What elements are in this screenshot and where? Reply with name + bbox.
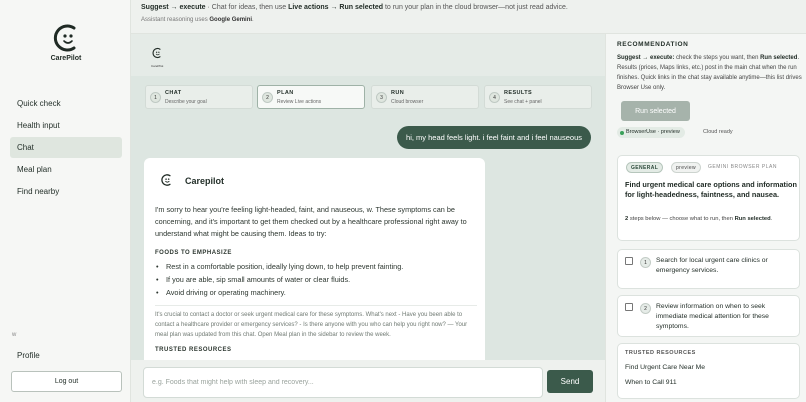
sidebar-item-chat[interactable]: Chat: [10, 137, 122, 158]
section-title-resources: TRUSTED RESOURCES: [155, 347, 232, 353]
step-title: RUN: [391, 90, 405, 96]
banner-note-text: Assistant reasoning uses: [141, 17, 210, 23]
banner-reasoning-note: Assistant reasoning uses Google Gemini.: [141, 17, 254, 23]
sidebar: CarePilot Quick check Health input Chat …: [0, 0, 131, 402]
banner-bold-1: Suggest → execute: [141, 4, 206, 11]
plan-headline: Find urgent medical care options and inf…: [625, 180, 797, 199]
app-name: CarePilot: [50, 55, 82, 62]
category-badge: GENERAL: [626, 162, 664, 173]
step-number: 1: [150, 92, 161, 103]
step-plan[interactable]: 2 PLAN Review Live actions: [257, 85, 365, 109]
plan-summary-card: GENERAL preview GEMINI BROWSER PLAN Find…: [617, 155, 800, 241]
advice-list: Rest in a comfortable position, ideally …: [155, 260, 477, 299]
assistant-logo-icon: [161, 174, 171, 186]
sidebar-nav: Quick check Health input Chat Meal plan …: [10, 93, 122, 203]
chat-thread[interactable]: hi, my head feels light. i feel faint an…: [131, 118, 605, 360]
plan-step-number: 2: [640, 303, 651, 314]
plan-step-1[interactable]: 1 Search for local urgent care clinics o…: [617, 249, 800, 289]
user-initial: w: [12, 332, 17, 338]
plan-step-checkbox[interactable]: [625, 303, 633, 311]
step-results[interactable]: 4 RESULTS See chat + panel: [484, 85, 592, 109]
status-dot-icon: [620, 130, 624, 135]
workflow-steps: 1 CHAT Describe your goal 2 PLAN Review …: [145, 85, 595, 110]
mini-logo: CarePilot: [151, 46, 163, 68]
rec-desc-bold-2: Run selected: [760, 55, 798, 61]
resource-link-urgent-care[interactable]: Find Urgent Care Near Me: [625, 364, 705, 371]
banner-bold-2: Live actions → Run selected: [288, 4, 383, 11]
assistant-intro: I'm sorry to hear you're feeling light-h…: [155, 205, 467, 238]
banner-instructions: Suggest → execute · Chat for ideas, then…: [141, 4, 568, 11]
resource-link-call-911[interactable]: When to Call 911: [625, 379, 677, 386]
main-header: CarePilot: [131, 34, 605, 76]
banner-note-end: .: [252, 17, 254, 23]
step-subtitle: Cloud browser: [391, 99, 424, 105]
logout-button[interactable]: Log out: [11, 371, 122, 392]
step-subtitle: See chat + panel: [504, 99, 542, 105]
plan-step-number: 1: [640, 257, 651, 268]
plan-note-end: .: [770, 216, 773, 222]
banner-note-bold: Google Gemini: [209, 17, 253, 23]
sidebar-item-quick-check[interactable]: Quick check: [10, 93, 122, 114]
plan-source-label: GEMINI BROWSER PLAN: [708, 164, 777, 170]
step-title: PLAN: [277, 90, 294, 96]
plan-step-2[interactable]: 2 Review information on when to seek imm…: [617, 295, 800, 337]
rec-desc-bold-1: Suggest → execute:: [617, 55, 675, 61]
app-root: CarePilot Quick check Health input Chat …: [0, 0, 806, 402]
resources-title: TRUSTED RESOURCES: [625, 350, 696, 356]
sidebar-item-meal-plan[interactable]: Meal plan: [10, 159, 122, 180]
banner-text-1: · Chat for ideas, then use: [205, 4, 289, 11]
sidebar-item-profile[interactable]: Profile: [17, 351, 40, 360]
trusted-resources-card: TRUSTED RESOURCES Find Urgent Care Near …: [617, 343, 800, 399]
assistant-name: Carepilot: [185, 176, 225, 186]
sidebar-item-health-input[interactable]: Health input: [10, 115, 122, 136]
sidebar-item-find-nearby[interactable]: Find nearby: [10, 181, 122, 202]
assistant-message-body: I'm sorry to hear you're feeling light-h…: [155, 204, 477, 353]
section-title-foods: FOODS TO EMPHASIZE: [155, 250, 232, 256]
recommendation-panel: RECOMMENDATION Suggest → execute: check …: [605, 34, 806, 402]
list-item: Avoid driving or operating machinery.: [155, 286, 477, 299]
run-selected-button[interactable]: Run selected: [621, 101, 690, 121]
step-chat[interactable]: 1 CHAT Describe your goal: [145, 85, 253, 109]
step-number: 4: [489, 92, 500, 103]
step-title: CHAT: [165, 90, 182, 96]
step-number: 3: [376, 92, 387, 103]
rec-desc-text-1: check the steps you want, then: [674, 55, 761, 61]
plan-step-checkbox[interactable]: [625, 257, 633, 265]
send-button[interactable]: Send: [547, 370, 593, 393]
carepilot-logo-icon: [53, 24, 76, 52]
mini-logo-text: CarePilot: [151, 64, 164, 68]
list-item: If you are able, sip small amounts of wa…: [155, 273, 477, 286]
message-input[interactable]: [143, 367, 543, 398]
plan-step-text: Search for local urgent care clinics or …: [656, 257, 768, 274]
list-item: Rest in a comfortable position, ideally …: [155, 260, 477, 273]
plan-note: 2 steps below — choose what to run, then…: [625, 214, 797, 224]
plan-note-text: steps below — choose what to run, then: [628, 216, 735, 222]
recommendation-description: Suggest → execute: check the steps you w…: [617, 53, 803, 93]
step-subtitle: Describe your goal: [165, 99, 207, 105]
step-subtitle: Review Live actions: [277, 99, 322, 105]
step-number: 2: [262, 92, 273, 103]
browseruse-status-badge: BrowserUse · preview: [617, 127, 685, 138]
plan-note-bold: Run selected: [734, 216, 771, 222]
assistant-message: Carepilot I'm sorry to hear you're feeli…: [144, 158, 485, 360]
assistant-followup: It's crucial to contact a doctor or seek…: [155, 305, 477, 340]
app-logo: CarePilot: [40, 22, 92, 62]
assistant-avatar: [160, 173, 173, 192]
recommendation-title: RECOMMENDATION: [617, 41, 689, 48]
user-message: hi, my head feels light. i feel faint an…: [397, 126, 591, 149]
preview-badge: preview: [671, 162, 702, 173]
main-chat-column: CarePilot 1 CHAT Describe your goal 2 PL…: [131, 34, 605, 402]
message-composer: Send: [131, 360, 605, 402]
step-run[interactable]: 3 RUN Cloud browser: [371, 85, 479, 109]
plan-step-text: Review information on when to seek immed…: [656, 303, 769, 330]
top-banner: Suggest → execute · Chat for ideas, then…: [131, 0, 806, 34]
mini-carepilot-logo-icon: [152, 48, 161, 58]
cloud-status: Cloud ready: [703, 129, 733, 135]
status-badge-label: BrowserUse · preview: [626, 129, 680, 135]
step-title: RESULTS: [504, 90, 533, 96]
banner-text-2: to run your plan in the cloud browser—no…: [383, 4, 568, 11]
